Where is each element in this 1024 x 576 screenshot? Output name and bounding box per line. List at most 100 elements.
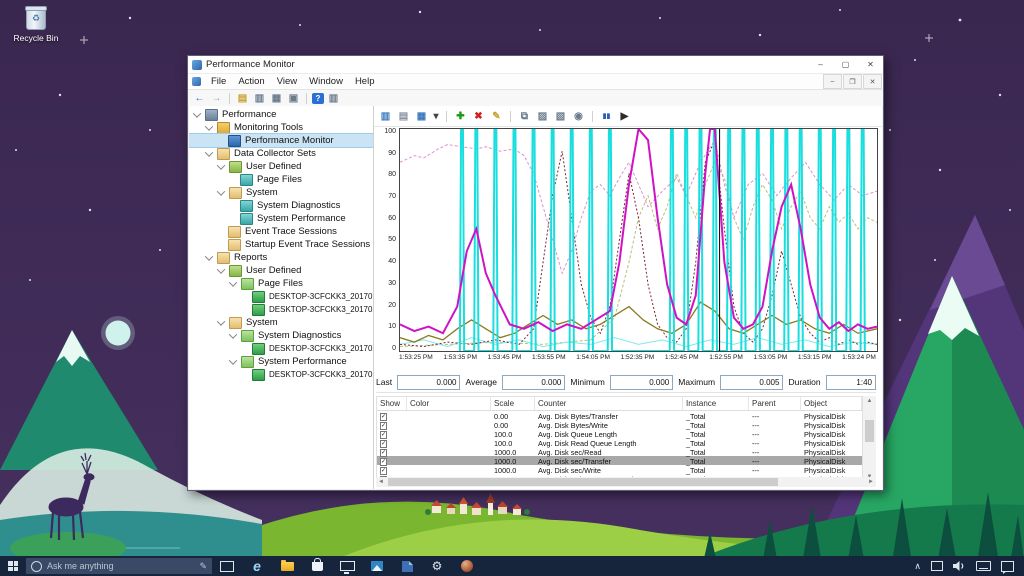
window-list-icon[interactable]: ▥ [252,92,267,105]
tree-item-system-diagnostics[interactable]: System Diagnostics [189,199,373,212]
maximize-button[interactable]: ▢ [833,56,858,73]
tree-item-reports[interactable]: Reports [189,251,373,264]
taskbar-app-task-view[interactable] [212,556,242,576]
title-bar[interactable]: Performance Monitor – ▢ ✕ [188,56,883,74]
scroll-up-arrow[interactable]: ▲ [863,396,876,406]
tree-item-startup-event-trace-sessions[interactable]: Startup Event Trace Sessions [189,238,373,251]
close-button[interactable]: ✕ [858,56,883,73]
tree-item-performance[interactable]: Performance [189,108,373,121]
show-hide-icon[interactable]: ▣ [286,92,301,105]
taskbar-app-globe-app[interactable] [452,556,482,576]
column-header-scale[interactable]: Scale [491,397,535,410]
column-header-counter[interactable]: Counter [535,397,683,410]
new-window-icon[interactable]: ▥ [326,92,341,105]
scroll-right-arrow[interactable]: ► [866,479,876,485]
tree-item-performance-monitor[interactable]: Performance Monitor [189,133,373,148]
chevron-expanded-icon[interactable] [204,147,214,157]
taskbar-app-documents-app[interactable] [392,556,422,576]
counter-row[interactable]: ✓ 0.00 Avg. Disk Bytes/Transfer _Total --- Ph… [377,411,875,421]
taskbar-app-store[interactable] [302,556,332,576]
tray-action-center[interactable] [1001,560,1014,574]
tree-item-system[interactable]: System [189,316,373,329]
recycle-bin-icon[interactable]: ♻ Recycle Bin [8,6,64,43]
scroll-thumb[interactable] [865,420,874,442]
tree-item-page-files[interactable]: Page Files [189,173,373,186]
chevron-expanded-icon[interactable] [204,251,214,261]
chevron-expanded-icon[interactable] [204,121,214,131]
chevron-expanded-icon[interactable] [192,108,202,118]
tree-item-event-trace-sessions[interactable]: Event Trace Sessions [189,225,373,238]
console-tree-icon[interactable]: ▤ [235,92,250,105]
forward-icon[interactable]: → [209,92,224,105]
mdi-restore-button[interactable]: ❐ [843,74,862,89]
mdi-close-button[interactable]: ✕ [863,74,882,89]
column-header-instance[interactable]: Instance [683,397,749,410]
tree-item-desktop-3cfckk3-20170214-000002[interactable]: DESKTOP-3CFCKK3_20170214-000002 [189,368,373,381]
view-current-activity-icon[interactable]: ▥ [378,109,393,123]
counter-row[interactable]: ✓ 0.00 Avg. Disk Bytes/Write _Total --- Physi… [377,420,875,430]
minimize-button[interactable]: – [808,56,833,73]
column-header-parent[interactable]: Parent [749,397,801,410]
column-header-color[interactable]: Color [407,397,491,410]
help-icon[interactable]: ? [312,93,324,104]
tray-keyboard[interactable] [976,561,991,571]
back-icon[interactable]: ← [192,92,207,105]
tree-item-data-collector-sets[interactable]: Data Collector Sets [189,147,373,160]
export-icon[interactable]: ▦ [269,92,284,105]
tree-item-system-diagnostics[interactable]: System Diagnostics [189,329,373,342]
view-log-data-icon[interactable]: ▤ [396,109,411,123]
chevron-expanded-icon[interactable] [228,329,238,339]
table-vertical-scrollbar[interactable]: ▲ ▼ [862,396,876,482]
counter-row[interactable]: ✓ 1000.0 Avg. Disk sec/Read _Total --- Physic… [377,447,875,457]
column-header-object[interactable]: Object [801,397,862,410]
menu-view[interactable]: View [271,76,303,87]
chart-plot-area[interactable] [399,128,878,352]
menu-file[interactable]: File [205,76,232,87]
add-counter-icon[interactable]: ✚ [453,109,468,123]
copy-properties-icon[interactable]: ⧉ [517,109,532,123]
tree-item-system[interactable]: System [189,186,373,199]
highlight-icon[interactable]: ✎ [489,109,504,123]
zoom-icon[interactable]: ◉ [571,109,586,123]
chevron-expanded-icon[interactable] [216,264,226,274]
tray-network[interactable] [931,561,943,571]
counter-row[interactable]: ✓ 1000.0 Avg. Disk sec/Transfer _Total --- Ph… [377,456,875,466]
chevron-expanded-icon[interactable] [228,277,238,287]
search-box[interactable]: Ask me anything ✎ [26,558,212,574]
counter-table-header[interactable]: Show Color Scale Counter Instance Parent Objec… [377,397,875,411]
taskbar-app-pc[interactable] [332,556,362,576]
tree-item-system-performance[interactable]: System Performance [189,355,373,368]
taskbar-app-settings[interactable]: ⚙ [422,556,452,576]
tree-item-monitoring-tools[interactable]: Monitoring Tools [189,121,373,134]
counter-row[interactable]: ✓ 1000.0 Avg. Disk sec/Write _Total --- Physi… [377,465,875,475]
tree-item-desktop-3cfckk3-20170214-000001[interactable]: DESKTOP-3CFCKK3_20170214-000001 [189,290,373,303]
chevron-expanded-icon[interactable] [216,186,226,196]
start-button[interactable] [0,556,26,576]
delete-counter-icon[interactable]: ✖ [471,109,486,123]
table-horizontal-scrollbar[interactable]: ◄ ► [376,477,876,487]
tray-chevron-up[interactable]: ∧ [914,561,921,572]
properties-icon[interactable]: ▧ [553,109,568,123]
tree-item-user-defined[interactable]: User Defined [189,264,373,277]
tree-item-desktop-3cfckk3-20170214-000006[interactable]: DESKTOP-3CFCKK3_20170214-000006 [189,303,373,316]
scroll-left-arrow[interactable]: ◄ [376,479,386,485]
counter-row[interactable]: ✓ 100.0 Avg. Disk Queue Length _Total --- Phy… [377,429,875,439]
tree-item-user-defined[interactable]: User Defined [189,160,373,173]
chevron-expanded-icon[interactable] [216,160,226,170]
tree-item-page-files[interactable]: Page Files [189,277,373,290]
tray-volume[interactable] [953,561,966,571]
scroll-thumb-horizontal[interactable] [388,478,778,486]
dropdown-icon[interactable]: ▾ [432,109,440,123]
menu-action[interactable]: Action [232,76,270,87]
column-header-show[interactable]: Show [377,397,407,410]
counter-row[interactable]: ✓ 100.0 Avg. Disk Read Queue Length _Total -… [377,438,875,448]
menu-window[interactable]: Window [303,76,349,87]
freeze-display-icon[interactable]: ▮▮ [599,109,614,123]
tree-item-desktop-3cfckk3-20170214-000001[interactable]: DESKTOP-3CFCKK3_20170214-000001 [189,342,373,355]
mdi-minimize-button[interactable]: – [823,74,842,89]
chart-type-icon[interactable]: ▦ [414,109,429,123]
chevron-expanded-icon[interactable] [216,316,226,326]
chevron-expanded-icon[interactable] [228,355,238,365]
tree-item-system-performance[interactable]: System Performance [189,212,373,225]
update-data-icon[interactable]: ▶ [617,109,632,123]
